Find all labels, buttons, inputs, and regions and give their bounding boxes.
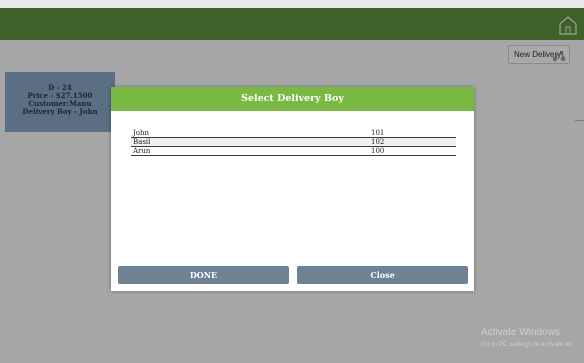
delivery-boy-name: Basil — [133, 138, 151, 146]
activation-watermark: Activate Windows Go to PC settings to ac… — [481, 327, 571, 348]
delivery-boy-list: John 101 Basil 102 Arun 100 — [131, 129, 456, 156]
delivery-boy-name: John — [133, 129, 150, 137]
order-delivery-boy: Delivery Boy - John — [22, 107, 98, 116]
watermark-subtitle: Go to PC settings to activate W — [481, 341, 572, 348]
delivery-boy-code: 102 — [371, 138, 385, 146]
order-card[interactable]: D - 24 Price - $27.1500 Customer:Manu De… — [5, 72, 115, 132]
select-delivery-boy-dialog: Select Delivery Boy John 101 Basil 102 A… — [111, 87, 474, 291]
divider — [575, 120, 584, 121]
delivery-boy-code: 101 — [371, 129, 385, 137]
list-item[interactable]: Arun 100 — [131, 147, 456, 156]
dialog-title: Select Delivery Boy — [111, 87, 474, 111]
list-item[interactable]: John 101 — [131, 129, 456, 138]
delivery-boy-code: 100 — [371, 147, 385, 155]
delivery-boy-name: Arun — [133, 147, 151, 155]
home-icon[interactable] — [558, 14, 578, 36]
new-delivery-button[interactable]: New Delivery — [508, 45, 570, 64]
close-button[interactable]: Close — [297, 266, 468, 284]
scooter-icon — [552, 51, 566, 62]
done-button[interactable]: DONE — [118, 266, 289, 284]
watermark-title: Activate Windows — [481, 327, 560, 338]
list-item[interactable]: Basil 102 — [131, 138, 456, 147]
top-bar — [0, 0, 584, 40]
